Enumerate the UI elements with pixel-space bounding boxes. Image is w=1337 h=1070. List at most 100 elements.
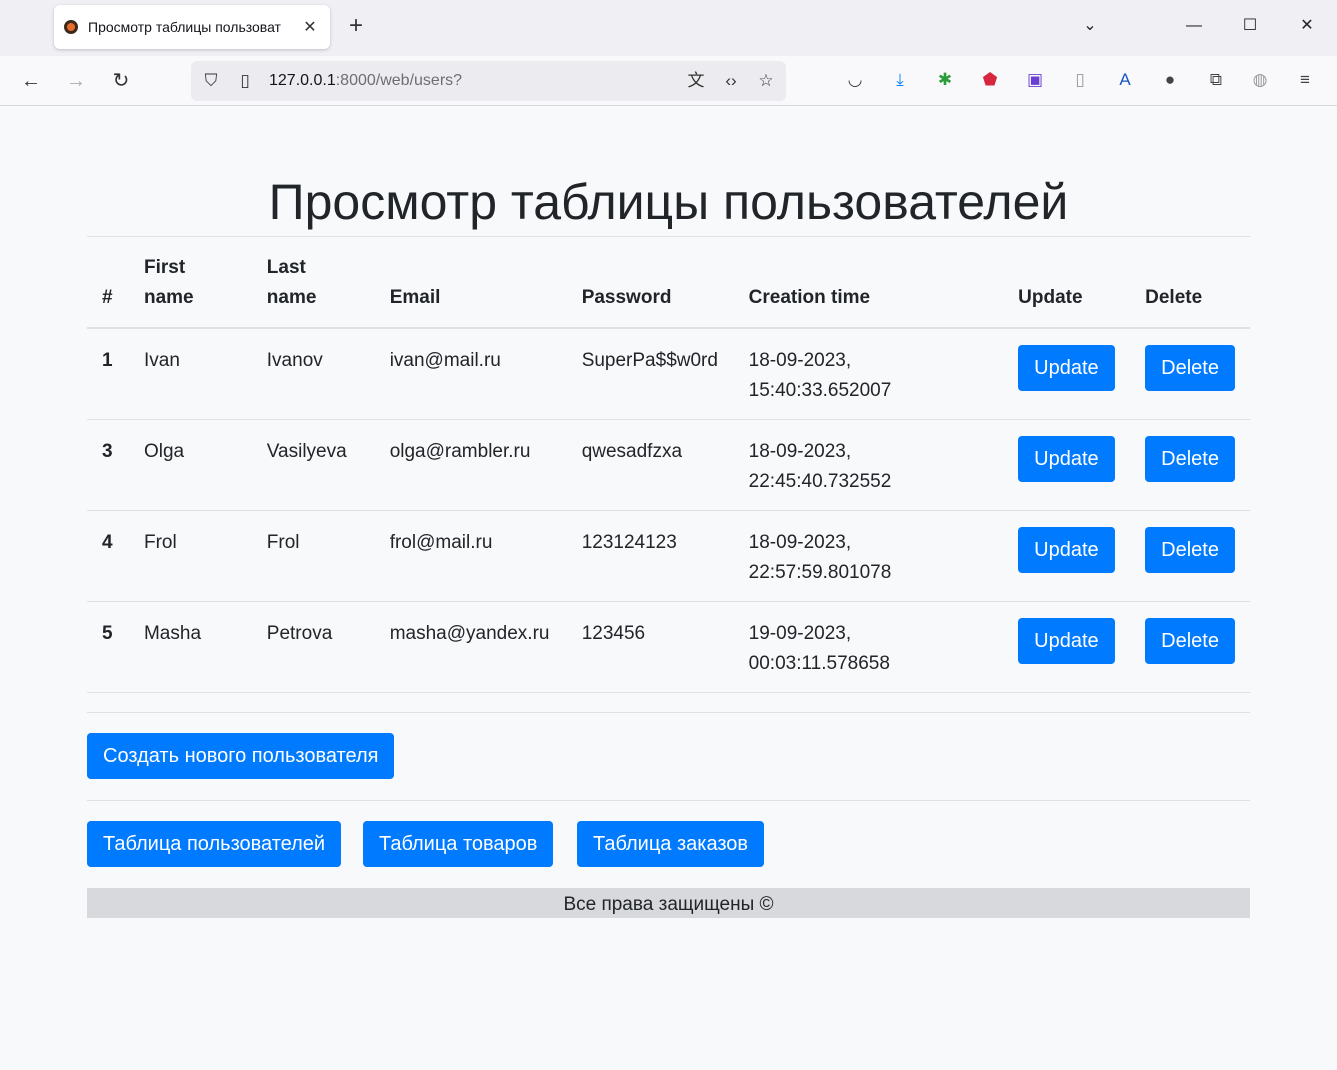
row-id: 3: [87, 419, 129, 511]
menu-icon[interactable]: ≡: [1293, 68, 1317, 92]
creation-date: 18-09-2023,: [748, 440, 852, 462]
row-update-cell: Update: [1003, 601, 1131, 693]
reload-icon[interactable]: ↻: [108, 68, 134, 94]
table-row: 3 Olga Vasilyeva olga@rambler.ru qwesadf…: [87, 419, 1250, 511]
column-header-id: #: [87, 237, 129, 329]
update-button[interactable]: Update: [1018, 435, 1115, 482]
address-bar[interactable]: ⛉ ▯ 127.0.0.1:8000/web/users? 文 ‹› ☆: [191, 61, 786, 101]
create-user-button[interactable]: Создать нового пользователя: [87, 733, 395, 779]
row-password: 123124123: [566, 510, 734, 602]
row-delete-cell: Delete: [1130, 419, 1250, 511]
footer: Все права защищены ©: [87, 888, 1250, 918]
row-first-name: Masha: [128, 601, 252, 693]
tab-title: Просмотр таблицы пользоват: [88, 19, 281, 35]
phone-icon[interactable]: ▯: [1068, 68, 1092, 92]
nav-products-table-button[interactable]: Таблица товаров: [363, 821, 554, 867]
shield-icon[interactable]: ⛉: [199, 69, 223, 93]
back-arrow-icon[interactable]: ←: [18, 68, 44, 94]
row-update-cell: Update: [1003, 419, 1131, 511]
column-header-update: Update: [1003, 237, 1131, 329]
row-id: 1: [87, 328, 129, 420]
table-header-row: # First name Last name Email Password Cr…: [87, 237, 1250, 329]
translate-icon[interactable]: 文: [684, 69, 708, 93]
row-last-name: Vasilyeva: [251, 419, 375, 511]
browser-navbar: ← → ↻ ⛉ ▯ 127.0.0.1:8000/web/users? 文 ‹›…: [0, 56, 1337, 106]
close-window-icon[interactable]: ✕: [1295, 14, 1319, 38]
row-password: qwesadfzxa: [566, 419, 734, 511]
column-header-delete: Delete: [1130, 237, 1250, 329]
row-password: SuperPa$$w0rd: [566, 328, 734, 420]
row-id: 4: [87, 510, 129, 602]
row-creation-time: 19-09-2023, 00:03:11.578658: [733, 601, 1004, 693]
star-icon[interactable]: ☆: [754, 69, 778, 93]
globe-icon[interactable]: ◍: [1248, 68, 1272, 92]
row-delete-cell: Delete: [1130, 601, 1250, 693]
creation-date: 19-09-2023,: [748, 622, 852, 644]
row-creation-time: 18-09-2023, 22:57:59.801078: [733, 510, 1004, 602]
delete-button[interactable]: Delete: [1145, 345, 1235, 391]
row-delete-cell: Delete: [1130, 328, 1250, 420]
creation-clock: 22:57:59.801078: [748, 561, 892, 583]
url-host: 127.0.0.1: [269, 72, 336, 89]
block-icon[interactable]: ⬟: [978, 68, 1002, 92]
row-last-name: Frol: [251, 510, 375, 602]
delete-button[interactable]: Delete: [1145, 435, 1235, 482]
update-button[interactable]: Update: [1018, 345, 1115, 391]
table-row: 5 Masha Petrova masha@yandex.ru 123456 1…: [87, 601, 1250, 693]
extension-icon[interactable]: ✱: [933, 68, 957, 92]
table-row: 1 Ivan Ivanov ivan@mail.ru SuperPa$$w0rd…: [87, 328, 1250, 420]
delete-button[interactable]: Delete: [1145, 617, 1235, 664]
new-tab-icon[interactable]: +: [345, 14, 367, 38]
page-icon[interactable]: ▯: [233, 69, 257, 93]
forward-arrow-icon[interactable]: →: [63, 68, 89, 94]
update-button[interactable]: Update: [1018, 617, 1115, 664]
column-header-password: Password: [566, 237, 734, 329]
creation-date: 18-09-2023,: [748, 350, 852, 371]
row-update-cell: Update: [1003, 328, 1131, 420]
download-icon[interactable]: ⤓: [888, 68, 912, 92]
table-row: 4 Frol Frol frol@mail.ru 123124123 18-09…: [87, 510, 1250, 602]
column-header-first-name: First name: [128, 237, 252, 329]
row-first-name: Ivan: [128, 328, 252, 420]
creation-clock: 15:40:33.652007: [748, 380, 892, 401]
extension-icon[interactable]: ●: [1158, 68, 1182, 92]
maximize-icon[interactable]: ☐: [1238, 14, 1262, 38]
nav-orders-table-button[interactable]: Таблица заказов: [577, 821, 765, 867]
nav-users-table-button[interactable]: Таблица пользователей: [87, 821, 342, 867]
row-last-name: Petrova: [251, 601, 375, 693]
tab-list-chevron-icon[interactable]: ⌄: [1078, 14, 1102, 38]
users-table: # First name Last name Email Password Cr…: [87, 237, 1250, 693]
column-header-creation-time: Creation time: [733, 237, 1004, 329]
row-update-cell: Update: [1003, 510, 1131, 602]
page-title: Просмотр таблицы пользователей: [268, 174, 1069, 230]
row-creation-time: 18-09-2023, 22:45:40.732552: [733, 419, 1004, 511]
divider: [87, 712, 1250, 713]
creation-date: 18-09-2023,: [748, 531, 852, 553]
row-first-name: Olga: [128, 419, 252, 511]
update-button[interactable]: Update: [1018, 526, 1115, 573]
delete-button[interactable]: Delete: [1145, 526, 1235, 573]
translate-icon[interactable]: A: [1113, 68, 1137, 92]
extension-icon[interactable]: ▣: [1023, 68, 1047, 92]
close-tab-icon[interactable]: ✕: [300, 17, 320, 37]
row-creation-time: 18-09-2023, 15:40:33.652007: [733, 328, 1004, 420]
row-email: masha@yandex.ru: [374, 601, 567, 693]
row-first-name: Frol: [128, 510, 252, 602]
divider: [87, 800, 1250, 801]
row-id: 5: [87, 601, 129, 693]
code-icon[interactable]: ‹›: [719, 69, 743, 93]
url-path: :8000/web/users?: [335, 72, 463, 89]
browser-titlebar: Просмотр таблицы пользоват ✕ + ⌄ — ☐ ✕: [0, 0, 1337, 56]
column-header-last-name: Last name: [251, 237, 375, 329]
pocket-icon[interactable]: ◡: [843, 68, 867, 92]
browser-tab[interactable]: Просмотр таблицы пользоват ✕: [54, 5, 330, 49]
row-last-name: Ivanov: [251, 328, 375, 420]
row-email: frol@mail.ru: [374, 510, 567, 602]
url-text[interactable]: 127.0.0.1:8000/web/users?: [269, 72, 462, 90]
puzzle-icon[interactable]: ⧉: [1204, 68, 1228, 92]
column-header-email: Email: [374, 237, 567, 329]
row-password: 123456: [566, 601, 734, 693]
minimize-icon[interactable]: —: [1182, 14, 1206, 38]
creation-clock: 00:03:11.578658: [748, 652, 890, 674]
row-email: olga@rambler.ru: [374, 419, 567, 511]
